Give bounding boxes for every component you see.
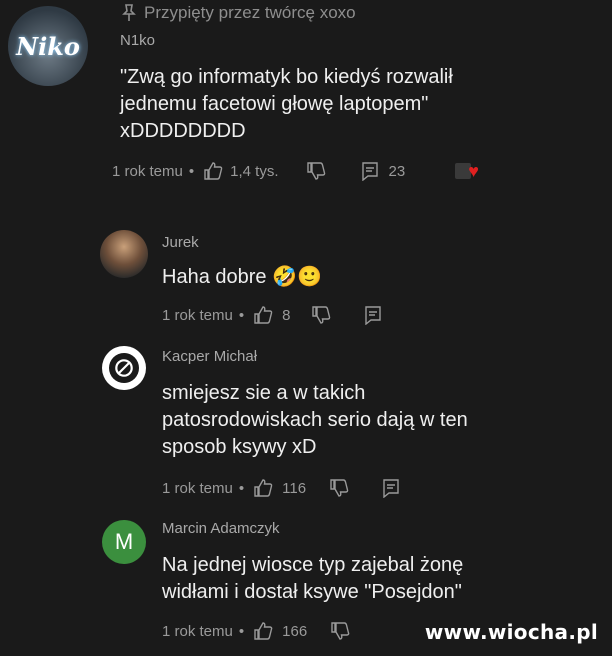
comment-text: "Zwą go informatyk bo kiedyś rozwalił je… (120, 64, 453, 145)
comment-time: 1 rok temu (112, 162, 183, 180)
comment-time: 1 rok temu (162, 306, 233, 324)
like-icon[interactable] (252, 620, 274, 642)
reply-icon[interactable] (359, 160, 381, 182)
comment-actions: 1 rok temu • 116 (162, 477, 402, 499)
comment-text-line: xDDDDDDDD (120, 120, 246, 142)
comment-author[interactable]: Kacper Michał (162, 348, 257, 365)
comment-text-line: jednemu facetowi głowę laptopem" (120, 93, 429, 115)
avatar[interactable]: M (102, 520, 146, 564)
pinned-label: Przypięty przez twórcę xoxo (118, 2, 356, 24)
emoji: 🤣🙂 (272, 266, 322, 288)
no-symbol-icon (109, 353, 139, 383)
reply-icon[interactable] (362, 304, 384, 326)
comment-text-line: smiejesz sie a w takich (162, 382, 366, 404)
avatar-letter: M (114, 529, 134, 554)
pinned-text: Przypięty przez twórcę xoxo (144, 3, 356, 22)
like-icon[interactable] (252, 477, 274, 499)
comment-time: 1 rok temu (162, 622, 233, 640)
comment-time: 1 rok temu (162, 479, 233, 497)
comment-text-line: Na jednej wiosce typ zajebal żonę (162, 554, 464, 576)
avatar-logo-text: Niko (16, 31, 80, 61)
comment-actions: 1 rok temu • 166 (162, 620, 351, 642)
comment-text-line: Haha dobre (162, 266, 267, 288)
comment-text: smiejesz sie a w takich patosrodowiskach… (162, 380, 468, 461)
avatar[interactable] (100, 230, 148, 278)
comment-actions: 1 rok temu • 1,4 tys. 23 ♥ (112, 160, 479, 182)
separator: • (238, 479, 245, 497)
creator-heart-icon: ♥ (455, 161, 479, 182)
reply-icon[interactable] (380, 477, 402, 499)
separator: • (238, 306, 245, 324)
comment-actions: 1 rok temu • 8 (162, 304, 384, 326)
pin-icon (118, 2, 140, 24)
avatar[interactable] (102, 346, 146, 390)
comment-text: Haha dobre 🤣🙂 (162, 264, 322, 291)
like-count: 8 (282, 306, 291, 324)
like-icon[interactable] (202, 160, 224, 182)
comment-author[interactable]: Jurek (162, 234, 199, 251)
comment-text-line: patosrodowiskach serio dają w ten (162, 409, 468, 431)
like-count: 116 (282, 479, 307, 497)
separator: • (188, 162, 195, 180)
comment-author[interactable]: Marcin Adamczyk (162, 520, 280, 537)
like-icon[interactable] (252, 304, 274, 326)
separator: • (238, 622, 245, 640)
comment-author[interactable]: N1ko (120, 32, 155, 49)
like-count: 1,4 tys. (230, 162, 279, 180)
watermark: www.wiocha.pl (424, 620, 598, 644)
dislike-icon[interactable] (328, 477, 350, 499)
comment-text-line: widłami i dostał ksywe "Posejdon" (162, 581, 462, 603)
reply-count: 23 (388, 162, 406, 180)
dislike-icon[interactable] (305, 160, 327, 182)
dislike-icon[interactable] (329, 620, 351, 642)
comment-text-line: sposob ksywy xD (162, 436, 317, 458)
comment-text: Na jednej wiosce typ zajebal żonę widłam… (162, 552, 463, 606)
comment-text-line: "Zwą go informatyk bo kiedyś rozwalił (120, 66, 453, 88)
avatar[interactable]: Niko (8, 6, 88, 86)
like-count: 166 (282, 622, 308, 640)
dislike-icon[interactable] (310, 304, 332, 326)
